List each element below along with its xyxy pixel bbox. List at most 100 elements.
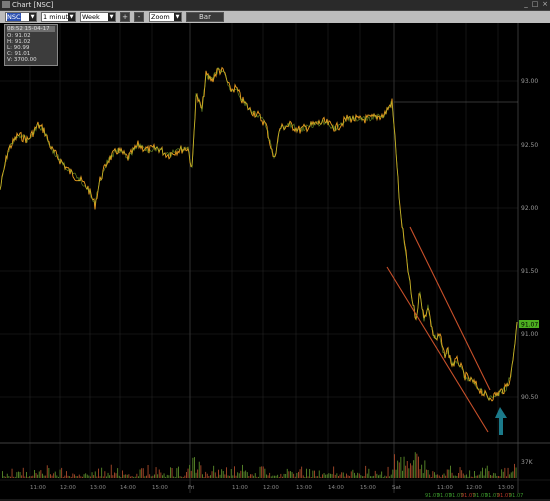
volume-bar (434, 472, 435, 478)
info-volume: V: 3700.00 (7, 57, 37, 63)
interval-select[interactable]: 1 minute ▼ (41, 12, 76, 22)
volume-bar (96, 476, 98, 478)
volume-bar (438, 475, 440, 478)
volume-bar (470, 476, 472, 478)
volume-bar (114, 472, 115, 478)
volume-bar (358, 473, 360, 478)
volume-bar (26, 472, 27, 478)
volume-bar (134, 476, 136, 478)
volume-bar (117, 468, 119, 478)
volume-bar (149, 474, 151, 478)
volume-bar (368, 468, 370, 478)
volume-bar (336, 473, 338, 478)
volume-bar (235, 475, 237, 478)
volume-bar (440, 476, 442, 478)
bar-button[interactable]: Bar (186, 12, 224, 22)
volume-bar (19, 472, 21, 478)
volume-bar (264, 468, 266, 478)
zoom-select[interactable]: Zoom ▼ (149, 12, 182, 22)
volume-bar (219, 474, 221, 478)
minimize-icon[interactable]: _ (522, 1, 530, 8)
time-tick: 14:00 (120, 485, 136, 491)
volume-bar (141, 468, 143, 478)
volume-bar (254, 473, 256, 478)
volume-bar (370, 476, 371, 478)
volume-bar (387, 466, 389, 478)
close-icon[interactable]: × (541, 1, 549, 8)
volume-bar (130, 476, 131, 478)
volume-bar (70, 476, 72, 478)
volume-bar (128, 474, 130, 478)
volume-bar (155, 467, 157, 478)
chevron-down-icon[interactable]: ▼ (174, 13, 181, 21)
volume-bar (203, 477, 205, 478)
volume-bar (414, 452, 416, 478)
volume-bar (294, 476, 296, 478)
volume-bar (392, 469, 394, 478)
volume-bar (125, 474, 127, 478)
price-chart[interactable]: 93.00 92.50 92.00 91.50 91.00 90.50 91.0… (0, 23, 550, 499)
volume-bar (403, 456, 405, 478)
volume-bar (398, 462, 400, 478)
volume-bar (243, 471, 245, 478)
volume-bar (221, 469, 223, 478)
volume-bar (334, 474, 336, 478)
volume-bar (307, 476, 309, 478)
zoom-out-button[interactable]: - (134, 12, 144, 22)
volume-bar (469, 470, 471, 478)
volume-bar (232, 475, 234, 478)
volume-bar (186, 472, 187, 478)
volume-bar (237, 472, 239, 478)
volume-bar (262, 466, 264, 478)
volume-bar (458, 473, 459, 478)
volume-bar (419, 469, 421, 478)
chevron-down-icon[interactable]: ▼ (29, 13, 36, 21)
chevron-down-icon[interactable]: ▼ (68, 13, 75, 21)
volume-bar (429, 474, 431, 478)
volume-bar (277, 474, 279, 478)
volume-bar (272, 475, 274, 478)
volume-bar (462, 473, 464, 478)
volume-bar (163, 473, 165, 478)
window-title: Chart [NSC] (12, 1, 54, 9)
volume-bar (408, 468, 410, 478)
volume-bar (312, 470, 314, 478)
volume-bar (131, 476, 133, 478)
volume-bar (510, 472, 512, 478)
volume-bar (54, 471, 56, 478)
volume-bar (21, 475, 23, 478)
volume-bar (349, 476, 351, 478)
volume-bar (269, 472, 271, 478)
time-tick: Fri (188, 485, 195, 491)
volume-bar (80, 476, 82, 478)
volume-bar (120, 477, 122, 478)
volume-bar (194, 457, 195, 478)
volume-bar (394, 454, 395, 478)
volume-bar (454, 475, 456, 478)
volume-bar (330, 473, 331, 478)
volume-bar (173, 476, 175, 478)
symbol-select[interactable]: NSC ▼ (5, 12, 37, 22)
volume-bar (22, 467, 24, 478)
volume-bar (302, 475, 304, 478)
volume-bar (400, 457, 402, 478)
time-tick: 11:00 (30, 485, 46, 491)
volume-bar (43, 475, 45, 478)
volume-bar (94, 471, 96, 478)
volume-bar (477, 475, 479, 478)
chevron-down-icon[interactable]: ▼ (108, 13, 115, 21)
range-select[interactable]: Week ▼ (80, 12, 116, 22)
zoom-in-button[interactable]: + (120, 12, 130, 22)
maximize-icon[interactable]: □ (531, 1, 539, 8)
volume-bar (82, 476, 83, 478)
volume-bar (136, 473, 138, 478)
volume-bar (34, 470, 35, 478)
symbol-value: NSC (7, 13, 21, 21)
volume-bar (83, 474, 85, 478)
volume-bar (248, 476, 250, 478)
chart-area[interactable]: 93.00 92.50 92.00 91.50 91.00 90.50 91.0… (0, 23, 550, 499)
volume-bar (93, 475, 95, 478)
volume-bar (485, 468, 487, 478)
volume-bar (445, 475, 447, 478)
volume-bar (366, 473, 368, 478)
